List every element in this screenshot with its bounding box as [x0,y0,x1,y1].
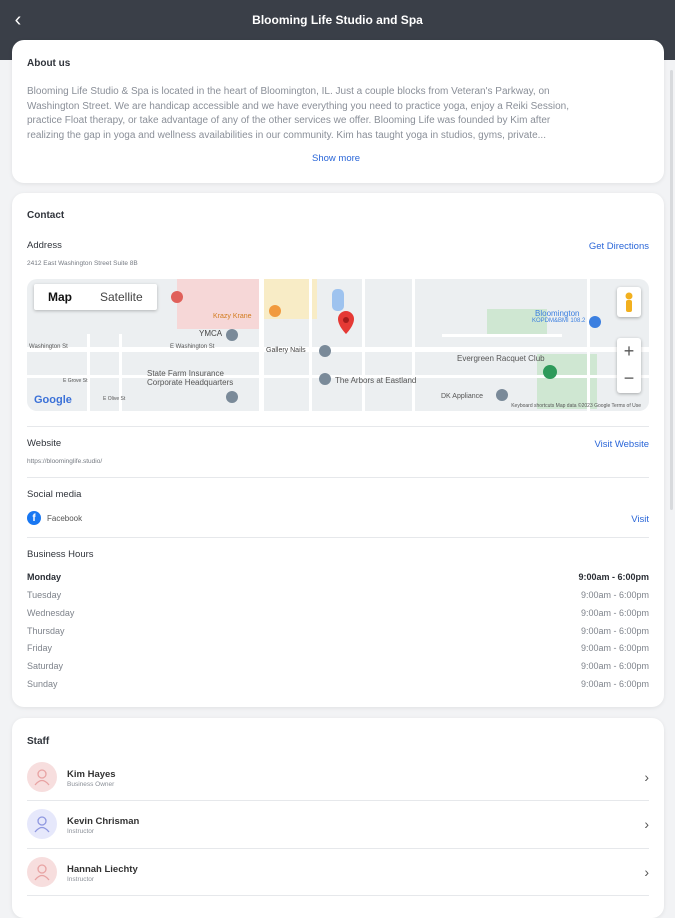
about-line: Washington Street. We are handicap acces… [27,100,569,112]
contact-heading: Contact [27,210,65,221]
social-label: Social media [27,489,82,500]
divider [27,537,649,538]
chevron-right-icon: › [644,864,649,880]
divider [27,895,649,896]
visit-facebook-link[interactable]: Visit [631,514,649,525]
staff-name: Kevin Chrisman [67,816,140,827]
hours-row: Monday 9:00am - 6:00pm [27,572,649,582]
hours-day: Saturday [27,661,64,671]
map-label-grove: E Grove St [63,378,88,384]
hours-day: Sunday [27,679,58,689]
about-line: realizing the gap in yoga and wellness a… [27,129,546,141]
about-heading: About us [27,58,71,69]
about-text: Blooming Life Studio & Spa is located in… [27,85,644,143]
facebook-label: Facebook [47,514,83,523]
hours-time: 9:00am - 6:00pm [580,643,649,653]
hours-time: 9:00am - 6:00pm [580,590,649,600]
hours-row: Wednesday 9:00am - 6:00pm [27,608,649,618]
map-label-evergreen: Evergreen Racquet Club [457,354,545,363]
staff-heading: Staff [27,736,50,747]
avatar-icon [27,857,57,887]
hours-day: Wednesday [27,608,75,618]
map-label-bloomington-1: Bloomington [535,309,580,318]
avatar-icon [27,762,57,792]
address-value: 2412 East Washington Street Suite 8B [27,260,138,267]
contact-card: Contact Address 2412 East Washington Str… [12,193,664,707]
website-label: Website [27,438,62,449]
street-view-icon[interactable] [617,287,641,317]
google-logo: Google [34,394,72,406]
divider [27,426,649,427]
divider [27,477,649,478]
hours-row: Friday 9:00am - 6:00pm [27,643,649,653]
zoom-out-icon[interactable]: − [617,365,641,392]
hours-row: Saturday 9:00am - 6:00pm [27,661,649,671]
hours-day: Tuesday [27,590,62,600]
staff-name: Hannah Liechty [67,864,138,875]
staff-role: Instructor [67,876,95,883]
map-label-arbors: The Arbors at Eastland [335,376,417,385]
address-label: Address [27,240,62,251]
zoom-controls: + − [617,338,641,393]
hours-time: 9:00am - 6:00pm [580,608,649,618]
hours-row: Sunday 9:00am - 6:00pm [27,679,649,689]
hours-day: Monday [27,572,62,582]
map-credits[interactable]: Keyboard shortcuts Map data ©2023 Google… [511,403,641,409]
staff-role: Instructor [67,828,95,835]
get-directions-link[interactable]: Get Directions [589,241,649,252]
map-type-toggle: Map Satellite [34,284,157,310]
map-label-gallery: Gallery Nails [266,347,306,354]
hours-time: 9:00am - 6:00pm [580,661,649,671]
about-line: practice Float therapy, or take advantag… [27,115,551,126]
avatar-icon [27,809,57,839]
staff-name: Kim Hayes [67,769,116,780]
hours-time: 9:00am - 6:00pm [578,572,649,582]
map-label-e-washington: E Washington St [170,344,215,350]
map-label-state-farm-2: Corporate Headquarters [147,378,234,387]
about-card: About us Blooming Life Studio & Spa is l… [12,40,664,183]
hours-day: Thursday [27,626,65,636]
map-label-dk: DK Appliance [441,393,484,400]
hours-row: Tuesday 9:00am - 6:00pm [27,590,649,600]
staff-item[interactable]: Kevin Chrisman Instructor › [27,800,649,847]
hours-time: 9:00am - 6:00pm [580,679,649,689]
chevron-right-icon: › [644,769,649,785]
map-label-washington: Washington St [29,344,68,350]
about-line: Blooming Life Studio & Spa is located in… [27,86,550,97]
map-label-state-farm-1: State Farm Insurance [147,369,224,378]
hours-row: Thursday 9:00am - 6:00pm [27,626,649,636]
map-label-ymca: YMCA [199,329,223,338]
visit-website-link[interactable]: Visit Website [594,439,649,450]
map-label-krazy: Krazy Krane [213,313,252,320]
page-title: Blooming Life Studio and Spa [252,13,423,27]
map-label-olive: E Olive St [103,396,126,402]
staff-role: Business Owner [67,781,115,788]
map-label-bloomington-2: KOPDM&BMI 108.2 [532,318,586,324]
staff-item[interactable]: Hannah Liechty Instructor › [27,848,649,895]
satellite-tab[interactable]: Satellite [86,284,157,310]
website-value: https://bloominglife.studio/ [27,458,103,465]
facebook-icon: f [27,511,41,525]
zoom-in-icon[interactable]: + [617,338,641,365]
hours-label: Business Hours [27,549,94,560]
map-tab[interactable]: Map [34,284,86,310]
map-view[interactable]: Map Satellite + − Google Keyboard shortc… [27,279,649,411]
staff-item[interactable]: Kim Hayes Business Owner › [27,753,649,800]
staff-card: Staff Kim Hayes Business Owner › Kevin C… [12,718,664,918]
hours-day: Friday [27,643,53,653]
chevron-right-icon: › [644,816,649,832]
show-more-link[interactable]: Show more [312,153,360,164]
scrollbar[interactable] [670,70,673,510]
hours-time: 9:00am - 6:00pm [580,626,649,636]
